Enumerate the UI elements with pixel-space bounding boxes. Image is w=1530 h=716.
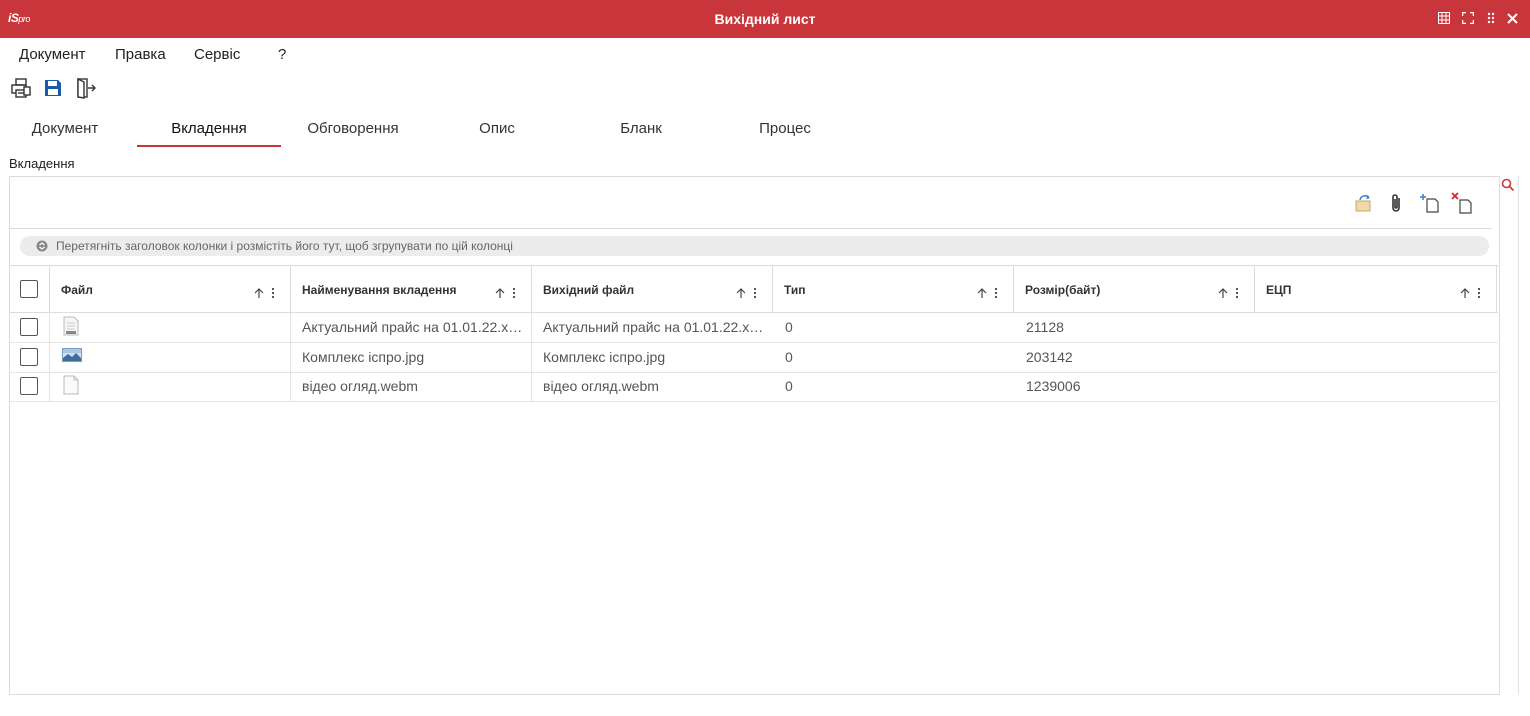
delete-file-icon[interactable] xyxy=(1450,191,1474,215)
sort-arrow-icon[interactable] xyxy=(494,287,506,299)
close-icon[interactable] xyxy=(1504,10,1520,26)
column-menu-icon[interactable] xyxy=(270,287,276,299)
column-menu-icon[interactable] xyxy=(1476,287,1482,299)
column-menu-icon[interactable] xyxy=(993,287,999,299)
cell-type: 0 xyxy=(785,378,793,394)
sort-arrow-icon[interactable] xyxy=(976,287,988,299)
cell-attachment-name: Актуальний прайс на 01.01.22.xlsx xyxy=(302,319,525,335)
cell-ecp xyxy=(1267,343,1487,372)
title-bar: iSpro Вихідний лист xyxy=(0,0,1530,38)
fullscreen-icon[interactable] xyxy=(1460,10,1476,26)
tab-blank[interactable]: Бланк xyxy=(569,112,713,147)
menu-edit[interactable]: Правка xyxy=(115,46,166,63)
row-checkbox[interactable] xyxy=(20,377,38,395)
table-header: Файл Найменування вкладення Вихідний фай… xyxy=(10,265,1498,313)
divider xyxy=(531,313,532,401)
tab-attachments[interactable]: Вкладення xyxy=(137,112,281,147)
paperclip-icon[interactable] xyxy=(1384,191,1408,215)
image-file-icon xyxy=(62,348,82,365)
exit-icon[interactable] xyxy=(75,77,97,99)
divider xyxy=(49,313,50,342)
print-icon[interactable] xyxy=(10,77,32,99)
menu-document[interactable]: Документ xyxy=(19,46,86,63)
sort-arrow-icon[interactable] xyxy=(1217,287,1229,299)
column-header-file[interactable]: Файл xyxy=(50,266,291,312)
menu-service[interactable]: Сервіс xyxy=(194,46,240,63)
cell-size: 21128 xyxy=(1026,319,1064,335)
divider xyxy=(49,372,50,401)
header-select-cell xyxy=(10,266,50,312)
group-panel[interactable]: Перетягніть заголовок колонки і розмісті… xyxy=(20,236,1489,256)
menu-help[interactable]: ? xyxy=(278,46,286,63)
column-header-size[interactable]: Розмір(байт) xyxy=(1014,266,1255,312)
cell-attachment-name: Комплекс іспро.jpg xyxy=(302,349,425,365)
row-checkbox[interactable] xyxy=(20,348,38,366)
sort-arrow-icon[interactable] xyxy=(735,287,747,299)
tab-discussion[interactable]: Обговорення xyxy=(281,112,425,147)
scrollbar[interactable] xyxy=(1518,176,1519,695)
divider xyxy=(49,343,50,372)
table-row[interactable]: відео огляд.webm відео огляд.webm 0 1239… xyxy=(10,372,1498,402)
add-file-icon[interactable] xyxy=(1418,191,1442,215)
column-header-source-file[interactable]: Вихідний файл xyxy=(532,266,773,312)
column-menu-icon[interactable] xyxy=(752,287,758,299)
cell-source-file: Комплекс іспро.jpg xyxy=(543,349,666,365)
search-icon[interactable] xyxy=(1501,178,1515,192)
cell-source-file: відео огляд.webm xyxy=(543,378,659,394)
column-header-attachment-name[interactable]: Найменування вкладення xyxy=(291,266,532,312)
drag-handle-icon[interactable] xyxy=(1483,10,1499,26)
sort-arrow-icon[interactable] xyxy=(1459,287,1471,299)
row-checkbox[interactable] xyxy=(20,318,38,336)
cell-type: 0 xyxy=(785,319,793,335)
window-title: Вихідний лист xyxy=(714,11,816,27)
menu-bar: Документ Правка Сервіс ? xyxy=(0,38,1530,70)
xlsx-file-icon xyxy=(63,316,79,339)
cell-size: 203142 xyxy=(1026,349,1073,365)
column-header-type[interactable]: Тип xyxy=(773,266,1014,312)
group-hint-text: Перетягніть заголовок колонки і розмісті… xyxy=(56,239,513,253)
column-menu-icon[interactable] xyxy=(1234,287,1240,299)
column-header-ecp[interactable]: ЕЦП xyxy=(1255,266,1497,312)
cell-size: 1239006 xyxy=(1026,378,1081,394)
sort-arrow-icon[interactable] xyxy=(253,287,265,299)
grid-layout-icon[interactable] xyxy=(1436,10,1452,26)
refresh-attachment-icon[interactable] xyxy=(1352,191,1376,215)
blank-file-icon xyxy=(63,375,79,398)
cell-type: 0 xyxy=(785,349,793,365)
table-row[interactable]: Актуальний прайс на 01.01.22.xlsx Актуал… xyxy=(10,313,1498,343)
tab-description[interactable]: Опис xyxy=(425,112,569,147)
tab-document[interactable]: Документ xyxy=(0,112,137,147)
divider xyxy=(290,313,291,401)
table-row[interactable]: Комплекс іспро.jpg Комплекс іспро.jpg 0 … xyxy=(10,343,1498,373)
cell-ecp xyxy=(1267,313,1487,342)
group-icon xyxy=(36,240,48,252)
tab-process[interactable]: Процес xyxy=(713,112,857,147)
select-all-checkbox[interactable] xyxy=(20,280,38,298)
divider xyxy=(9,228,1492,229)
section-title: Вкладення xyxy=(9,156,75,171)
column-menu-icon[interactable] xyxy=(511,287,517,299)
save-icon[interactable] xyxy=(42,77,64,99)
cell-source-file: Актуальний прайс на 01.01.22.xlsx xyxy=(543,319,766,335)
cell-ecp xyxy=(1267,372,1487,401)
cell-attachment-name: відео огляд.webm xyxy=(302,378,418,394)
